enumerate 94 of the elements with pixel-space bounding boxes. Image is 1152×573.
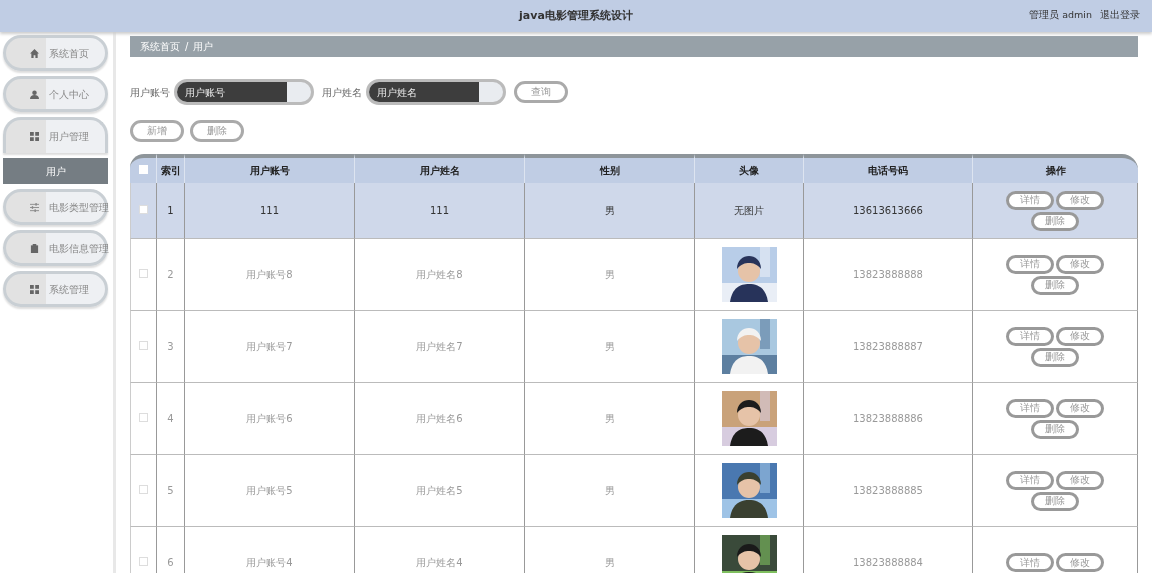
table-cell: 6 (167, 557, 174, 568)
table-row[interactable]: 4 用户账号6 用户姓名6 男 13823888886 详情 修改 删除 (130, 383, 1138, 455)
table-cell: 5 (167, 485, 174, 496)
table-cell: 男 (604, 485, 615, 496)
sidebar-item[interactable]: 系统首页 (3, 35, 108, 71)
table-row[interactable]: 5 用户账号5 用户姓名5 男 13823888885 详情 修改 删除 (130, 455, 1138, 527)
column-header: 用户账号 (185, 154, 355, 183)
table-cell: 用户姓名4 (416, 557, 463, 568)
row-action-button[interactable]: 删除 (1031, 419, 1079, 439)
action-button[interactable]: 新增 (130, 120, 184, 142)
row-action-button[interactable]: 详情 (1006, 470, 1054, 490)
table-cell: 用户账号6 (246, 413, 293, 424)
grid-icon (30, 284, 39, 294)
table-row[interactable]: 1 111 111 男 无图片 13613613666 详情 修改 删除 (130, 183, 1138, 239)
row-action-button[interactable]: 详情 (1006, 254, 1054, 274)
search-field[interactable]: 用户账号 (174, 79, 314, 105)
column-header: 用户姓名 (355, 154, 525, 183)
clipboard-icon (30, 243, 39, 253)
table-cell: 用户账号8 (246, 269, 293, 280)
table-cell: 用户姓名6 (416, 413, 463, 424)
table-cell: 用户姓名7 (416, 341, 463, 352)
table-cell: 1 (167, 205, 174, 216)
table-cell: 用户姓名8 (416, 269, 463, 280)
sidebar-item[interactable]: 电影类型管理 (3, 189, 108, 225)
user-label: 管理员 admin (1029, 8, 1092, 22)
table-cell: 用户账号5 (246, 485, 293, 496)
table-row[interactable]: 6 用户账号4 用户姓名4 男 13823888884 详情 修改 (130, 527, 1138, 573)
table-cell: 4 (167, 413, 174, 424)
table-cell: 13613613666 (853, 205, 923, 216)
table-row[interactable]: 2 用户账号8 用户姓名8 男 13823888888 详情 修改 删除 (130, 239, 1138, 311)
table-cell: 无图片 (734, 205, 764, 216)
table-cell: 用户账号7 (246, 341, 293, 352)
app-title: java电影管理系统设计 (519, 7, 633, 24)
row-checkbox[interactable] (139, 341, 148, 350)
table-cell: 3 (167, 341, 174, 352)
row-action-button[interactable]: 删除 (1031, 491, 1079, 511)
field-label: 用户账号 (130, 85, 170, 100)
row-action-button[interactable]: 修改 (1056, 553, 1104, 572)
row-action-button[interactable]: 详情 (1006, 190, 1054, 210)
sidebar-subitem[interactable]: 用户 (3, 158, 108, 184)
table-cell: 111 (259, 205, 280, 216)
row-action-button[interactable]: 删除 (1031, 211, 1079, 231)
breadcrumb-separator: / (185, 40, 189, 54)
row-action-button[interactable]: 修改 (1056, 398, 1104, 418)
row-action-button[interactable]: 详情 (1006, 326, 1054, 346)
search-button[interactable]: 查询 (514, 81, 568, 103)
sliders-icon (30, 202, 39, 212)
action-button[interactable]: 删除 (190, 120, 244, 142)
row-checkbox[interactable] (139, 269, 148, 278)
column-header: 操作 (973, 154, 1138, 183)
grid-icon (30, 132, 39, 141)
home-icon (30, 48, 39, 58)
row-checkbox[interactable] (139, 485, 148, 494)
person-icon (30, 89, 39, 99)
row-action-button[interactable]: 详情 (1006, 553, 1054, 572)
row-action-button[interactable]: 修改 (1056, 254, 1104, 274)
field-label: 用户姓名 (322, 85, 362, 100)
table-cell: 13823888888 (853, 269, 923, 280)
breadcrumb-link[interactable]: 系统首页 (140, 39, 180, 54)
table-cell: 男 (604, 557, 615, 568)
table-cell: 男 (604, 269, 615, 280)
row-action-button[interactable]: 修改 (1056, 470, 1104, 490)
table-row[interactable]: 3 用户账号7 用户姓名7 男 13823888887 详情 修改 删除 (130, 311, 1138, 383)
sidebar-item[interactable]: 系统管理 (3, 271, 108, 307)
row-action-button[interactable]: 删除 (1031, 347, 1079, 367)
search-field[interactable]: 用户姓名 (366, 79, 506, 105)
table-cell: 男 (604, 341, 615, 352)
row-checkbox[interactable] (139, 205, 148, 214)
table-cell: 111 (429, 205, 450, 216)
table-cell: 2 (167, 269, 174, 280)
select-all-checkbox[interactable] (138, 165, 148, 174)
column-header: 索引 (157, 154, 185, 183)
table-cell: 男 (604, 413, 615, 424)
row-checkbox[interactable] (139, 413, 148, 422)
column-header: 电话号码 (804, 154, 973, 183)
row-action-button[interactable]: 修改 (1056, 190, 1104, 210)
sidebar-item[interactable]: 个人中心 (3, 76, 108, 112)
sidebar-item[interactable]: 用户管理 (3, 117, 108, 153)
logout-link[interactable]: 退出登录 (1100, 8, 1140, 23)
breadcrumb-link[interactable]: 用户 (193, 39, 214, 54)
row-action-button[interactable]: 修改 (1056, 326, 1104, 346)
column-header: 头像 (695, 154, 804, 183)
sidebar-item[interactable]: 电影信息管理 (3, 230, 108, 266)
table-cell: 用户姓名5 (416, 485, 463, 496)
table-cell: 用户账号4 (246, 557, 293, 568)
table-cell: 男 (604, 205, 615, 216)
row-checkbox[interactable] (139, 557, 148, 566)
table-cell: 13823888885 (853, 485, 923, 496)
table-cell: 13823888887 (853, 341, 923, 352)
table-cell: 13823888884 (853, 557, 923, 568)
table-cell: 13823888886 (853, 413, 923, 424)
row-action-button[interactable]: 删除 (1031, 275, 1079, 295)
row-action-button[interactable]: 详情 (1006, 398, 1054, 418)
column-header: 性别 (525, 154, 695, 183)
